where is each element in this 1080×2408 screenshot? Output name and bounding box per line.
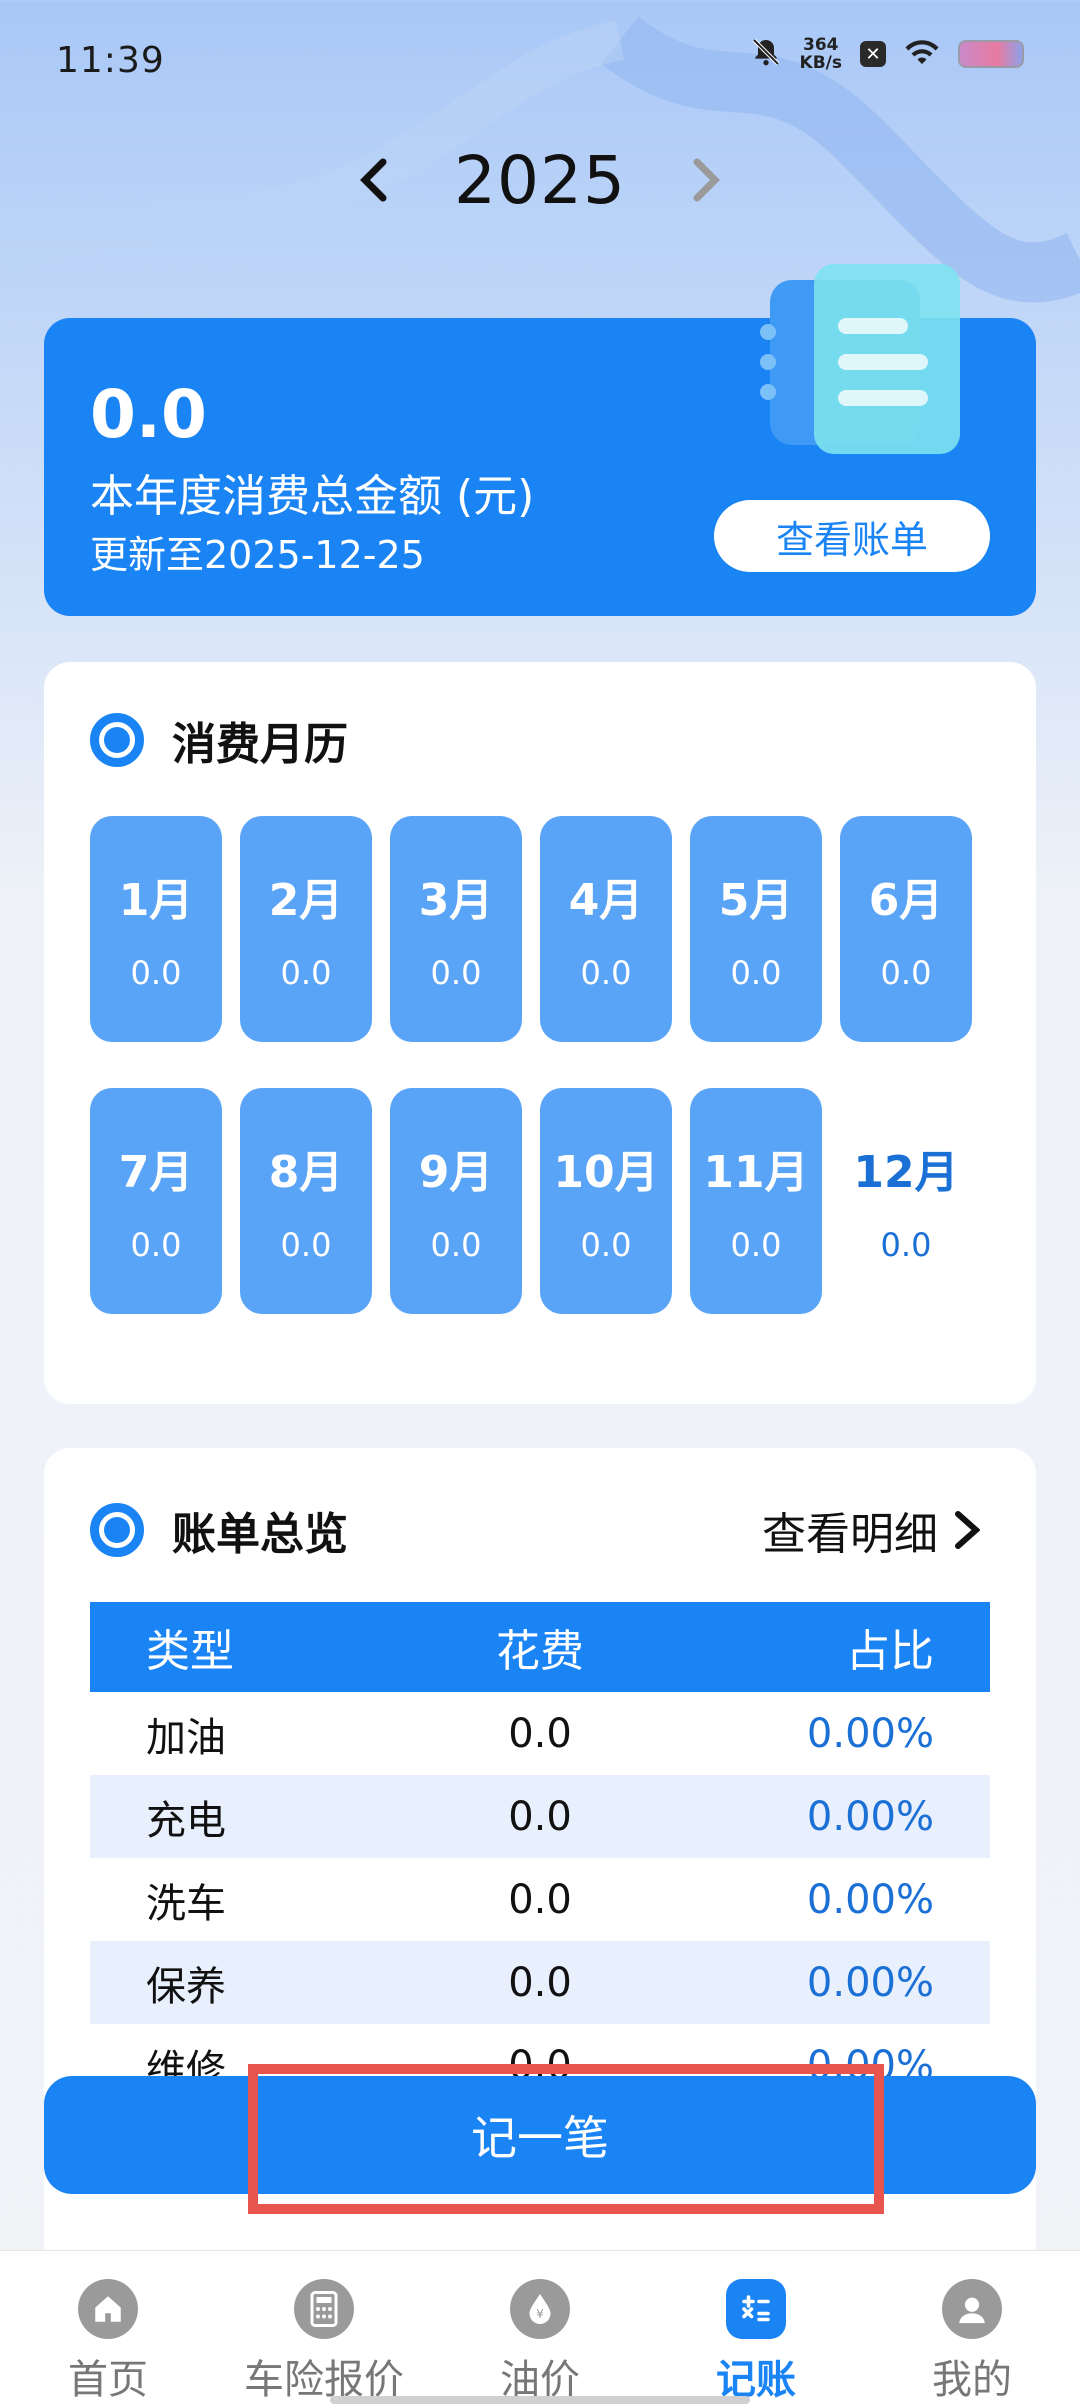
table-row: 充电 0.0 0.00% (90, 1775, 990, 1858)
table-row: 加油 0.0 0.00% (90, 1692, 990, 1775)
notebook-illustration-icon (760, 264, 960, 454)
svg-text:¥: ¥ (536, 2307, 544, 2321)
month-amount: 0.0 (880, 1226, 932, 1264)
month-tile[interactable]: 7月 0.0 (90, 1088, 222, 1314)
section-dot-icon (90, 713, 144, 767)
home-indicator (330, 2396, 750, 2404)
table-cell-ratio: 0.00% (806, 1959, 934, 2006)
month-name: 1月 (118, 875, 194, 926)
month-amount: 0.0 (130, 954, 182, 992)
overview-header: 账单总览 (90, 1498, 348, 1562)
nav-label: 首页 (68, 2357, 148, 2403)
month-amount: 0.0 (430, 954, 482, 992)
table-row: 洗车 0.0 0.00% (90, 1858, 990, 1941)
month-amount: 0.0 (430, 1226, 482, 1264)
x-badge-icon: ✕ (860, 41, 886, 67)
month-tile[interactable]: 9月 0.0 (390, 1088, 522, 1314)
month-tile[interactable]: 10月 0.0 (540, 1088, 672, 1314)
month-name: 6月 (868, 875, 944, 926)
overview-title: 账单总览 (172, 1509, 348, 1560)
column-header-ratio: 占比 (846, 1626, 934, 1677)
month-tile[interactable]: 2月 0.0 (240, 816, 372, 1042)
month-tile[interactable]: 8月 0.0 (240, 1088, 372, 1314)
nav-item-accounting[interactable]: 记账 (648, 2251, 864, 2408)
calendar-header: 消费月历 (90, 708, 348, 772)
section-dot-icon (90, 1503, 144, 1557)
view-bill-button[interactable]: 查看账单 (714, 500, 990, 572)
month-name: 12月 (853, 1147, 959, 1198)
calculator-icon (294, 2279, 354, 2339)
nav-item-profile[interactable]: 我的 (864, 2251, 1080, 2408)
month-tile[interactable]: 12月 0.0 (840, 1088, 972, 1314)
record-entry-button[interactable]: 记一笔 (44, 2076, 1036, 2194)
status-bar: 11:39 364 KB/s ✕ (0, 0, 1080, 120)
year-selector: 2025 (0, 130, 1080, 230)
month-amount: 0.0 (580, 954, 632, 992)
nav-item-home[interactable]: 首页 (0, 2251, 216, 2408)
view-detail-label: 查看明细 (762, 1509, 938, 1560)
month-tile[interactable]: 6月 0.0 (840, 816, 972, 1042)
chevron-left-icon[interactable] (344, 150, 404, 210)
consumption-calendar-card: 消费月历 1月 0.0 2月 0.0 3月 0.0 4月 0.0 5月 0.0 6月 0.0 7月 0.0… (44, 662, 1036, 1404)
nav-item-calculator[interactable]: 车险报价 (216, 2251, 432, 2408)
status-icons: 364 KB/s ✕ (750, 36, 1024, 72)
month-amount: 0.0 (130, 1226, 182, 1264)
calendar-title: 消费月历 (172, 719, 348, 770)
month-amount: 0.0 (880, 954, 932, 992)
month-tile[interactable]: 1月 0.0 (90, 816, 222, 1042)
nav-label: 我的 (932, 2357, 1012, 2403)
month-name: 3月 (418, 875, 494, 926)
annual-total-label: 本年度消费总金额 (元) (90, 471, 535, 522)
annual-total-amount: 0.0 (90, 376, 207, 453)
home-icon (78, 2279, 138, 2339)
net-speed: 364 KB/s (800, 36, 842, 72)
month-amount: 0.0 (730, 954, 782, 992)
accounting-icon (726, 2279, 786, 2339)
month-name: 11月 (703, 1147, 809, 1198)
month-amount: 0.0 (580, 1226, 632, 1264)
view-detail-link[interactable]: 查看明细 (762, 1498, 980, 1562)
net-speed-value: 364 (803, 35, 839, 55)
net-speed-unit: KB/s (799, 53, 842, 73)
month-amount: 0.0 (280, 954, 332, 992)
month-tile[interactable]: 5月 0.0 (690, 816, 822, 1042)
wifi-icon (904, 37, 940, 71)
month-tile[interactable]: 11月 0.0 (690, 1088, 822, 1314)
nav-item-oil-drop[interactable]: ¥ 油价 (432, 2251, 648, 2408)
table-header: 类型 花费 占比 (90, 1602, 990, 1692)
mute-bell-icon (750, 36, 782, 72)
status-time: 11:39 (56, 40, 165, 81)
profile-icon (942, 2279, 1002, 2339)
month-name: 5月 (718, 875, 794, 926)
month-tile[interactable]: 4月 0.0 (540, 816, 672, 1042)
month-name: 8月 (268, 1147, 344, 1198)
table-row: 保养 0.0 0.00% (90, 1941, 990, 2024)
table-cell-ratio: 0.00% (806, 1876, 934, 1923)
chevron-right-icon[interactable] (676, 150, 736, 210)
month-amount: 0.0 (280, 1226, 332, 1264)
bottom-navigation: 首页 车险报价 ¥ 油价 记账我的 (0, 2250, 1080, 2408)
month-name: 4月 (568, 875, 644, 926)
chevron-right-icon (955, 1511, 980, 1549)
oil-drop-icon: ¥ (510, 2279, 570, 2339)
month-amount: 0.0 (730, 1226, 782, 1264)
month-name: 10月 (553, 1147, 659, 1198)
table-cell-ratio: 0.00% (806, 1793, 934, 1840)
month-tile[interactable]: 3月 0.0 (390, 816, 522, 1042)
battery-icon (958, 40, 1024, 68)
table-cell-ratio: 0.00% (806, 1710, 934, 1757)
month-name: 2月 (268, 875, 344, 926)
updated-date: 更新至2025-12-25 (90, 533, 425, 577)
month-name: 9月 (418, 1147, 494, 1198)
year-label: 2025 (454, 141, 626, 219)
month-name: 7月 (118, 1147, 194, 1198)
